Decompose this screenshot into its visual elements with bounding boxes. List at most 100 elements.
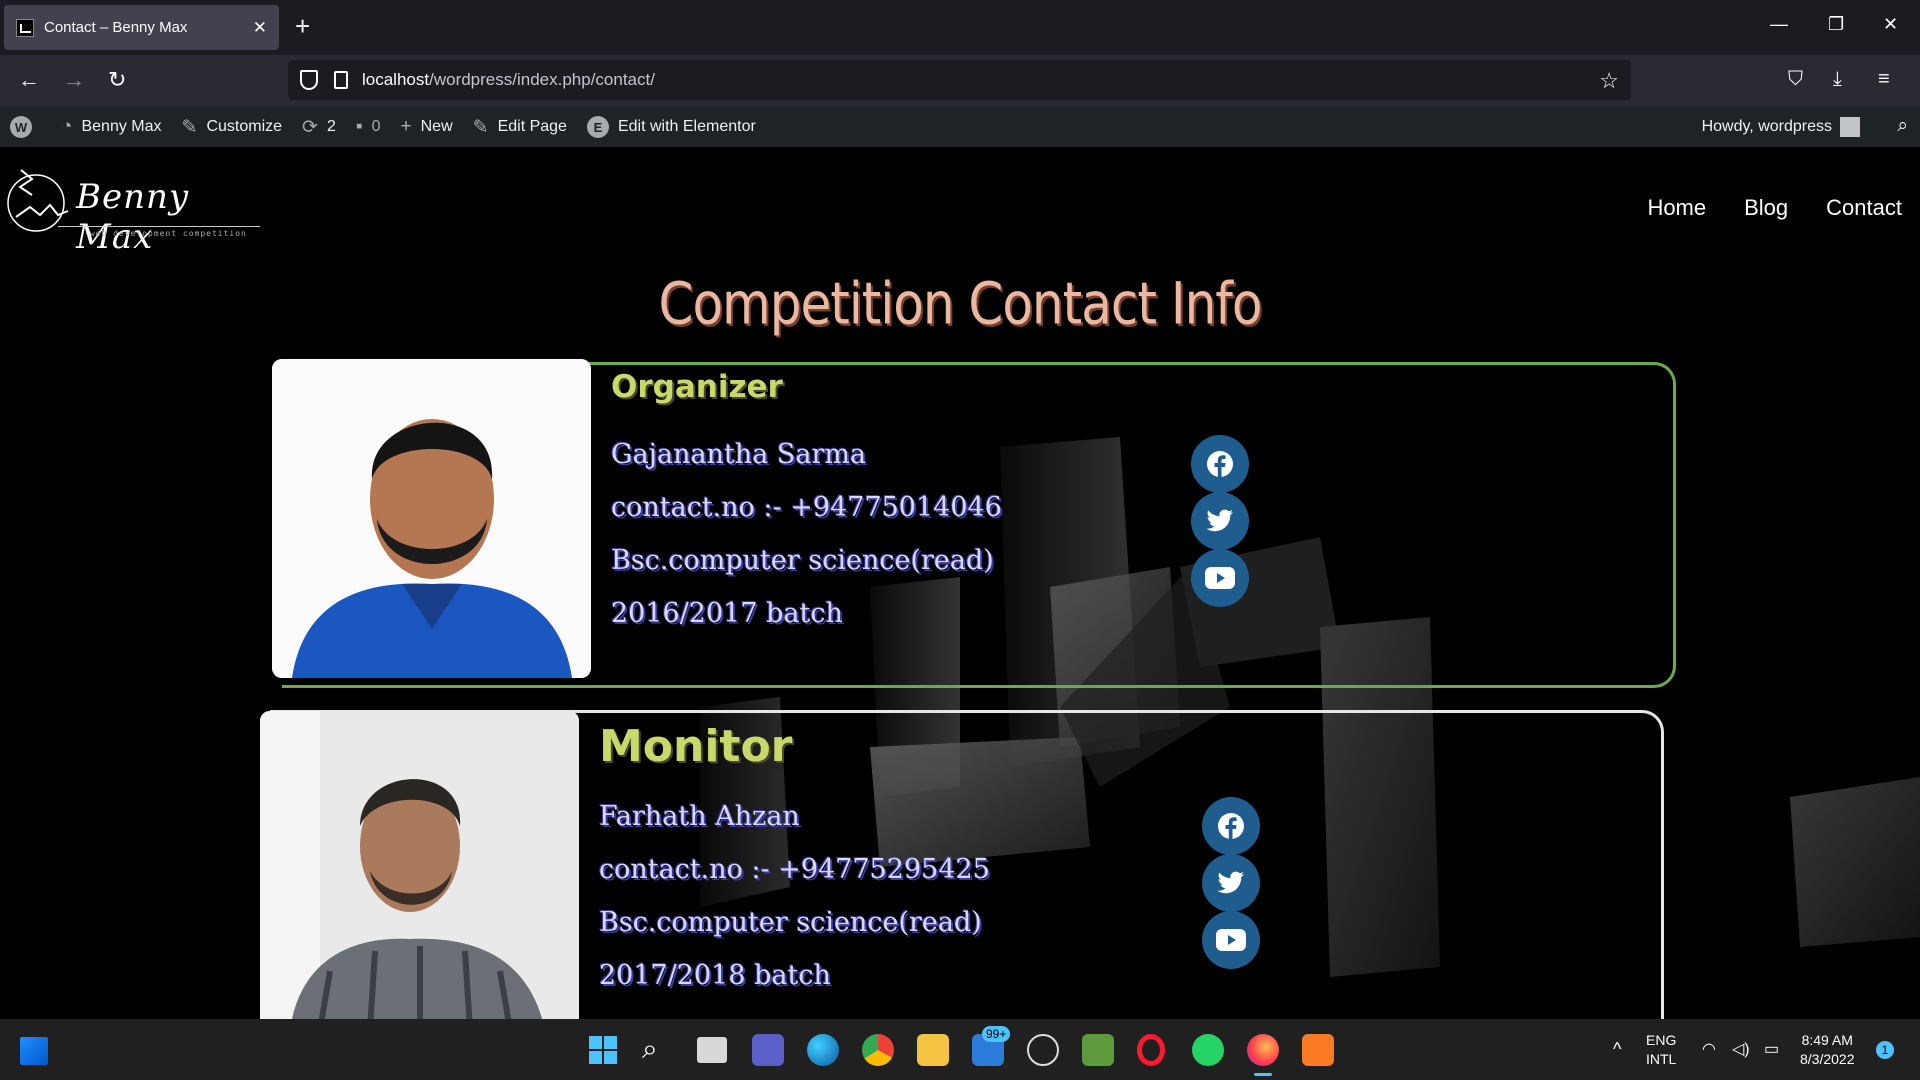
language-label: ENG <box>1646 1032 1677 1048</box>
brush-icon: ✎ <box>181 116 198 138</box>
url-text[interactable]: localhost/wordpress/index.php/contact/ <box>362 70 655 90</box>
new-label: New <box>420 118 453 135</box>
search-icon[interactable]: ⌕ <box>642 1034 674 1066</box>
close-window-icon[interactable]: ✕ <box>1883 14 1898 35</box>
bookmark-star-icon[interactable]: ☆ <box>1599 68 1619 94</box>
edit-elementor-link[interactable]: E Edit with Elementor <box>586 116 756 138</box>
battery-icon[interactable]: ▭ <box>1764 1039 1779 1059</box>
edge-icon[interactable] <box>807 1034 839 1066</box>
language-indicator[interactable]: ENG INTL <box>1646 1031 1676 1069</box>
url-bar[interactable]: localhost/wordpress/index.php/contact/ ☆ <box>288 60 1631 100</box>
facebook-icon <box>1207 451 1233 477</box>
customize-label: Customize <box>206 118 283 135</box>
page-content: Benny Max -web development competition H… <box>0 147 1920 1019</box>
wordpress-icon: W <box>10 116 32 138</box>
task-view-icon[interactable] <box>697 1037 727 1063</box>
updates-link[interactable]: ⟳ 2 <box>302 116 336 139</box>
wp-admin-bar: W ◔ Benny Max ✎ Customize ⟳ 2 ▪ 0 + New … <box>0 107 1920 147</box>
monitor-twitter-button[interactable] <box>1202 854 1260 912</box>
youtube-icon <box>1216 929 1246 951</box>
updates-count: 2 <box>326 118 336 135</box>
twitter-icon <box>1206 509 1233 532</box>
comment-icon: ▪ <box>355 116 363 137</box>
download-icon[interactable]: ⤓ <box>1833 68 1842 91</box>
mail-icon[interactable]: 99+ <box>972 1026 1011 1066</box>
tracking-shield-icon[interactable] <box>300 70 318 90</box>
site-name-link[interactable]: ◔ Benny Max <box>61 116 162 138</box>
updates-icon: ⟳ <box>302 116 318 138</box>
url-host: localhost <box>362 70 430 89</box>
minimize-icon[interactable]: — <box>1770 14 1788 35</box>
monitor-youtube-button[interactable] <box>1202 911 1260 969</box>
whatsapp-icon[interactable] <box>1192 1034 1224 1066</box>
dell-icon[interactable] <box>1027 1034 1059 1066</box>
organizer-degree: Bsc.computer science(read) <box>611 545 994 576</box>
comments-link[interactable]: ▪ 0 <box>356 116 381 138</box>
chrome-icon[interactable] <box>862 1034 894 1066</box>
logo-subtitle: -web development competition <box>84 229 247 238</box>
notification-count-badge[interactable]: 1 <box>1876 1041 1894 1059</box>
organizer-youtube-button[interactable] <box>1191 549 1249 607</box>
page-info-icon[interactable] <box>334 71 348 89</box>
organizer-portrait-image <box>272 359 591 678</box>
file-explorer-icon[interactable] <box>917 1034 949 1066</box>
monitor-batch: 2017/2018 batch <box>599 960 831 991</box>
pencil-icon: ✎ <box>472 116 489 138</box>
site-name-label: Benny Max <box>81 118 162 135</box>
menu-item-home[interactable]: Home <box>1647 195 1706 221</box>
howdy-label: Howdy, wordpress <box>1701 118 1832 135</box>
xampp-icon[interactable] <box>1302 1034 1334 1066</box>
menu-hamburger-icon[interactable]: ≡ <box>1878 68 1890 91</box>
menu-item-contact[interactable]: Contact <box>1826 195 1902 221</box>
clock-time: 8:49 AM <box>1801 1032 1853 1048</box>
edit-page-link[interactable]: ✎ Edit Page <box>473 116 567 139</box>
firefox-icon[interactable] <box>1247 1034 1279 1066</box>
wp-logo-button[interactable]: W <box>10 116 41 138</box>
menu-item-blog[interactable]: Blog <box>1744 195 1788 221</box>
organizer-batch: 2016/2017 batch <box>611 598 843 629</box>
elementor-icon: E <box>586 116 609 138</box>
customize-link[interactable]: ✎ Customize <box>182 116 283 139</box>
clock[interactable]: 8:49 AM 8/3/2022 <box>1800 1031 1855 1069</box>
plus-icon: + <box>400 116 412 137</box>
windows-logo-icon <box>589 1036 617 1064</box>
monitor-role: Monitor <box>599 721 793 772</box>
browser-tab[interactable]: Contact – Benny Max ✕ <box>4 5 279 50</box>
site-logo[interactable]: Benny Max -web development competition <box>6 165 260 257</box>
site-favicon-icon <box>16 18 34 37</box>
start-button[interactable] <box>587 1034 619 1066</box>
monitor-facebook-button[interactable] <box>1202 797 1260 855</box>
new-content-link[interactable]: + New <box>401 116 453 138</box>
wifi-icon[interactable]: ◠ <box>1702 1039 1716 1059</box>
logo-divider <box>58 226 260 227</box>
pocket-icon[interactable]: ⛉ <box>1788 68 1803 91</box>
search-icon[interactable]: ⌕ <box>1897 115 1908 137</box>
clock-date: 8/3/2022 <box>1800 1051 1855 1067</box>
back-arrow-icon[interactable]: ← <box>18 67 40 93</box>
url-path: /wordpress/index.php/contact/ <box>429 70 655 89</box>
youtube-icon <box>1205 567 1235 589</box>
keyboard-layout-label: INTL <box>1646 1051 1677 1067</box>
tab-bar: Contact – Benny Max ✕ + — ❐ ✕ <box>0 0 1920 55</box>
opera-icon[interactable] <box>1137 1034 1165 1066</box>
monitor-name: Farhath Ahzan <box>599 801 800 832</box>
edit-elementor-label: Edit with Elementor <box>617 118 756 135</box>
new-tab-button[interactable]: + <box>295 13 310 39</box>
close-tab-icon[interactable]: ✕ <box>253 18 267 38</box>
organizer-facebook-button[interactable] <box>1191 435 1249 493</box>
restore-icon[interactable]: ❐ <box>1828 14 1844 35</box>
firefox-active-indicator <box>1254 1073 1272 1076</box>
photos-icon[interactable] <box>1082 1034 1114 1066</box>
teams-chat-icon[interactable] <box>752 1034 784 1066</box>
organizer-twitter-button[interactable] <box>1191 492 1249 550</box>
forward-arrow-icon[interactable]: → <box>63 67 85 93</box>
reload-icon[interactable]: ↻ <box>108 67 126 93</box>
volume-icon[interactable]: ◁) <box>1732 1039 1750 1059</box>
account-menu[interactable]: Howdy, wordpress <box>1702 117 1860 137</box>
organizer-contact: contact.no :- +94775014046 <box>611 492 1002 523</box>
main-menu: Home Blog Contact <box>1609 195 1902 221</box>
facebook-icon <box>1218 813 1244 839</box>
widgets-icon[interactable] <box>20 1037 48 1065</box>
twitter-icon <box>1217 871 1244 894</box>
show-hidden-icons-icon[interactable]: ^ <box>1613 1039 1621 1060</box>
